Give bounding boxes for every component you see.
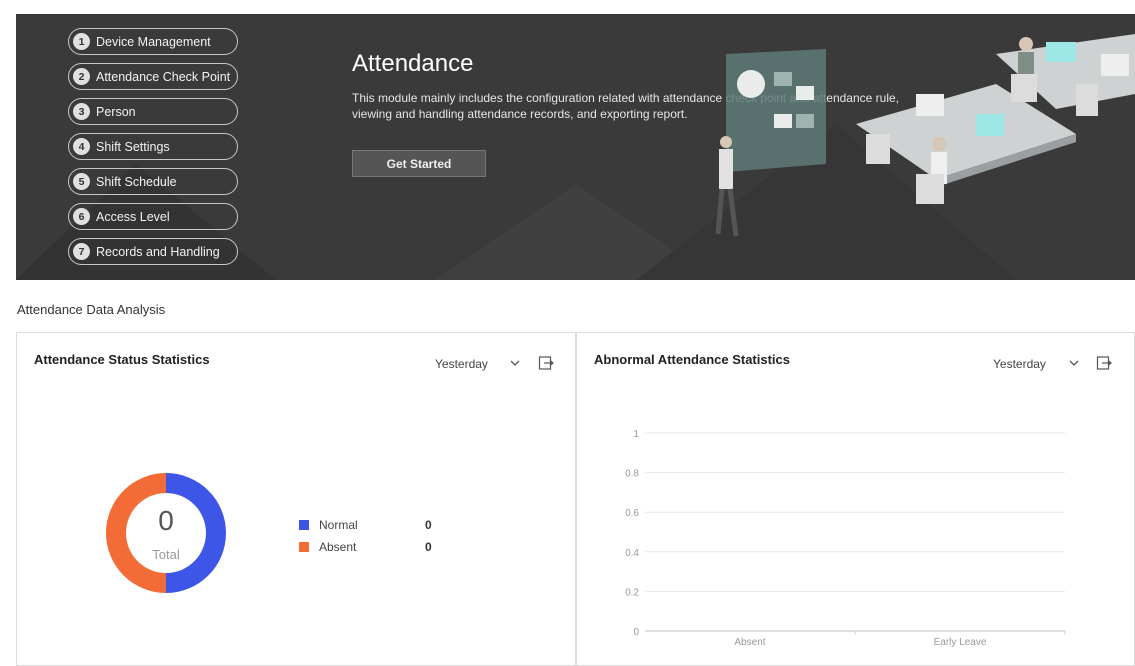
total-value: 0 [158, 505, 174, 536]
export-icon[interactable] [1096, 355, 1112, 371]
step-5[interactable]: 5 Shift Schedule [68, 168, 238, 195]
step-label: Access Level [96, 209, 170, 224]
step-2[interactable]: 2 Attendance Check Point [68, 63, 238, 90]
card-title: Abnormal Attendance Statistics [594, 352, 791, 367]
legend-swatch-absent [299, 542, 309, 552]
setup-steps: 1 Device Management 2 Attendance Check Poin… [68, 28, 238, 273]
step-3[interactable]: 3 Person [68, 98, 238, 125]
hero-banner: 1 Device Management 2 Attendance Check Poin… [16, 14, 1135, 280]
attendance-status-card: Attendance Status Statistics Yesterday 0… [16, 332, 576, 666]
step-number-icon: 7 [73, 243, 90, 260]
step-number-icon: 3 [73, 103, 90, 120]
step-number-icon: 6 [73, 208, 90, 225]
export-icon[interactable] [538, 355, 554, 371]
step-number-icon: 5 [73, 173, 90, 190]
step-number-icon: 2 [73, 68, 90, 85]
legend-value-normal: 0 [425, 518, 432, 532]
step-label: Person [96, 104, 136, 119]
legend-value-absent: 0 [425, 540, 432, 554]
legend-label: Absent [319, 540, 357, 554]
abnormal-bar-chart: 0 0.2 0.4 0.6 0.8 1 Absent Early Leave [625, 429, 1066, 648]
step-6[interactable]: 6 Access Level [68, 203, 238, 230]
y-tick-label: 0.8 [625, 469, 639, 480]
total-label: Total [152, 547, 180, 562]
y-tick-label: 0 [633, 627, 639, 638]
legend-absent: Absent [299, 539, 356, 555]
step-label: Shift Schedule [96, 174, 177, 189]
y-tick-label: 0.6 [625, 508, 639, 519]
step-label: Attendance Check Point [96, 69, 231, 84]
y-tick-label: 1 [633, 429, 639, 440]
abnormal-attendance-card: Abnormal Attendance Statistics Yesterday… [576, 332, 1135, 666]
period-select[interactable]: Yesterday [993, 357, 1046, 371]
module-title: Attendance [352, 50, 474, 77]
step-label: Shift Settings [96, 139, 170, 154]
y-tick-label: 0.2 [625, 587, 639, 598]
step-1[interactable]: 1 Device Management [68, 28, 238, 55]
period-select[interactable]: Yesterday [435, 357, 488, 371]
card-title: Attendance Status Statistics [34, 352, 210, 367]
step-4[interactable]: 4 Shift Settings [68, 133, 238, 160]
legend-normal: Normal [299, 517, 358, 533]
x-category-label: Absent [734, 637, 765, 648]
legend-swatch-normal [299, 520, 309, 530]
get-started-button[interactable]: Get Started [352, 150, 486, 177]
step-label: Records and Handling [96, 244, 220, 259]
office-illustration [715, 34, 1135, 237]
section-title: Attendance Data Analysis [17, 302, 166, 317]
legend-label: Normal [319, 518, 358, 532]
chevron-down-icon[interactable] [1067, 356, 1081, 370]
step-number-icon: 4 [73, 138, 90, 155]
x-category-label: Early Leave [934, 637, 987, 648]
step-7[interactable]: 7 Records and Handling [68, 238, 238, 265]
step-number-icon: 1 [73, 33, 90, 50]
chevron-down-icon[interactable] [508, 356, 522, 370]
y-tick-label: 0.4 [625, 548, 639, 559]
step-label: Device Management [96, 34, 211, 49]
